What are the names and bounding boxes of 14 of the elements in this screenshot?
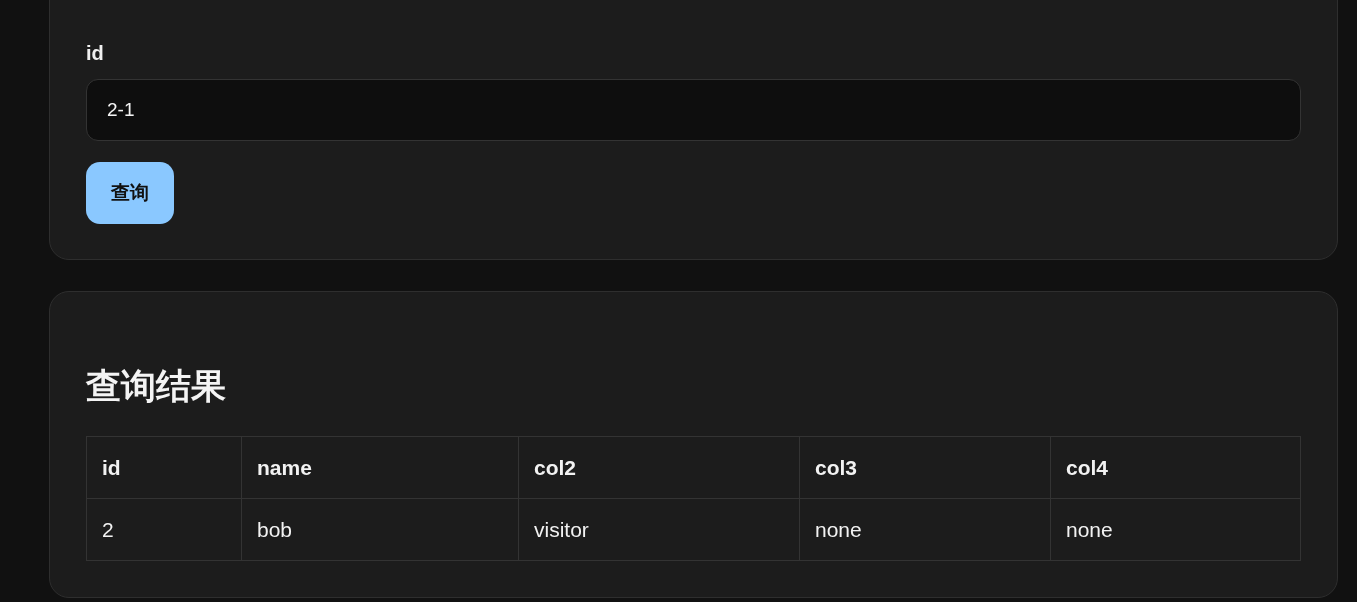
table-header-cell: col3	[799, 436, 1051, 499]
field-label: id	[86, 41, 104, 66]
table-header-cell: col2	[518, 436, 800, 499]
query-button[interactable]: 查询	[86, 162, 174, 224]
table-header-cell: name	[241, 436, 519, 499]
table-header-cell: id	[86, 436, 242, 499]
table-cell: bob	[241, 498, 519, 561]
table-cell: visitor	[518, 498, 800, 561]
table-cell: none	[1050, 498, 1301, 561]
table-cell: 2	[86, 498, 242, 561]
input-field[interactable]: 2-1	[86, 79, 1301, 141]
table-header-cell: col4	[1050, 436, 1301, 499]
table-cell: none	[799, 498, 1051, 561]
results-heading: 查询结果	[86, 365, 226, 407]
